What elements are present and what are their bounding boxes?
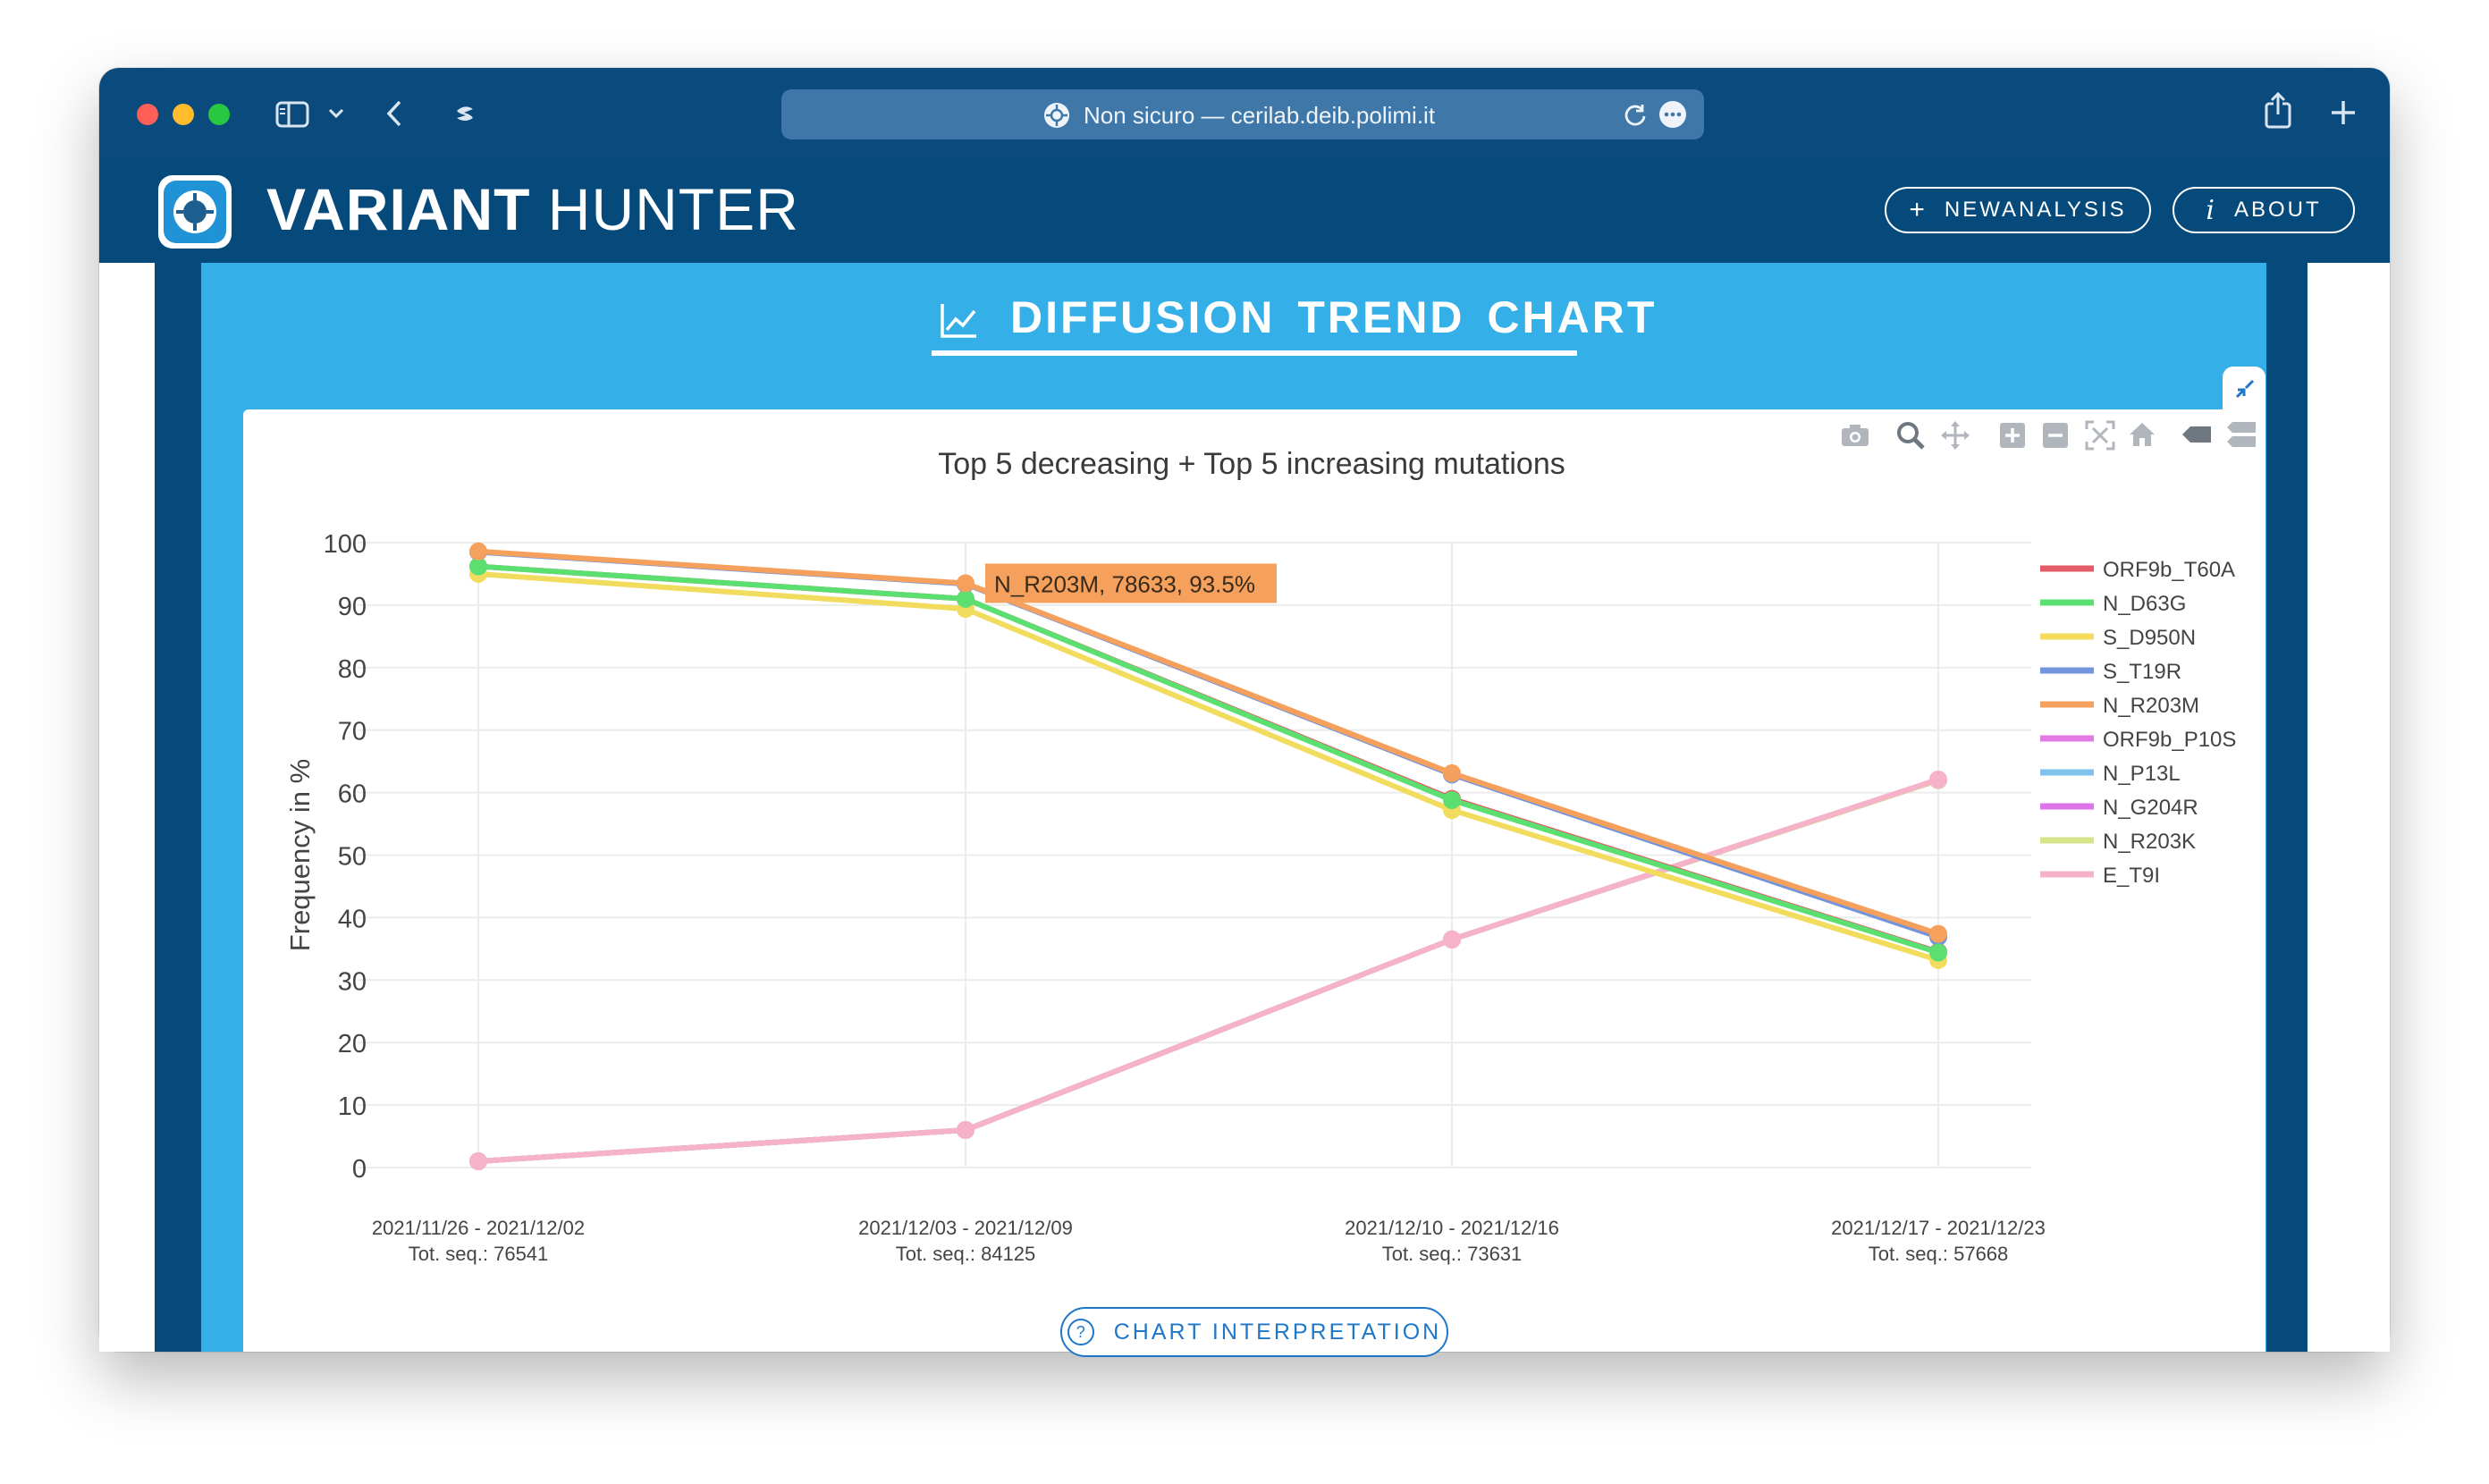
help-circle-icon: ?	[1067, 1319, 1094, 1345]
chart-interpretation-label: CHART INTERPRETATION	[1113, 1319, 1442, 1345]
legend-label: N_P13L	[2103, 762, 2181, 786]
x-tick-label: 2021/12/03 - 2021/12/09	[858, 1217, 1073, 1239]
x-tick-label: 2021/12/17 - 2021/12/23	[1831, 1217, 2046, 1239]
data-point	[957, 574, 975, 593]
y-tick-label: 50	[338, 843, 367, 872]
y-tick-label: 70	[338, 718, 367, 746]
x-tick-subtitle: Tot. seq.: 76541	[409, 1243, 549, 1265]
legend-label: ORF9b_T60A	[2103, 558, 2235, 582]
y-tick-label: 0	[352, 1155, 367, 1184]
data-point	[1443, 790, 1461, 809]
y-tick-label: 60	[338, 780, 367, 809]
x-tick-label: 2021/12/10 - 2021/12/16	[1345, 1217, 1559, 1239]
y-axis-label: Frequency in %	[284, 759, 316, 951]
data-point	[469, 1152, 487, 1171]
y-tick-label: 90	[338, 593, 367, 621]
series-line	[477, 548, 1939, 937]
data-point	[1443, 930, 1461, 949]
x-tick-subtitle: Tot. seq.: 73631	[1382, 1243, 1523, 1265]
y-tick-label: 10	[338, 1092, 367, 1121]
series-line	[477, 777, 1939, 1165]
data-point	[469, 542, 487, 561]
data-point	[957, 1121, 975, 1140]
legend-label: N_R203M	[2103, 694, 2199, 718]
x-tick-label: 2021/11/26 - 2021/12/02	[372, 1217, 585, 1239]
data-point	[1443, 763, 1461, 782]
y-tick-label: 30	[338, 967, 367, 996]
series-line	[477, 777, 1939, 1165]
series-line	[477, 777, 1939, 1165]
y-tick-label: 100	[324, 530, 367, 559]
x-tick-subtitle: Tot. seq.: 84125	[896, 1243, 1036, 1265]
data-point	[1929, 943, 1947, 962]
legend-label: S_D950N	[2103, 626, 2196, 650]
hover-label-text: N_R203M, 78633, 93.5%	[994, 570, 1255, 597]
series-line	[477, 570, 1939, 963]
series-line	[477, 777, 1939, 1165]
x-tick-subtitle: Tot. seq.: 57668	[1869, 1243, 2009, 1265]
data-point	[957, 589, 975, 608]
y-tick-label: 80	[338, 655, 367, 684]
legend-label: N_R203K	[2103, 830, 2196, 854]
data-point	[1929, 770, 1947, 788]
series-line	[477, 777, 1939, 1165]
legend-label: N_G204R	[2103, 796, 2198, 820]
legend-label: N_D63G	[2103, 592, 2186, 616]
legend-label: S_T19R	[2103, 660, 2181, 684]
series-line	[477, 549, 1939, 940]
chart-interpretation-button[interactable]: ? CHART INTERPRETATION	[1060, 1307, 1448, 1357]
legend-label: E_T9I	[2103, 864, 2160, 888]
y-tick-label: 20	[338, 1030, 367, 1058]
legend-label: ORF9b_P10S	[2103, 728, 2236, 752]
data-point	[1929, 924, 1947, 943]
y-tick-label: 40	[338, 905, 367, 933]
diffusion-trend-chart: 0 10 20 30 40 50 60 70 80 90 100 2021/11/26 - 2021/…	[284, 530, 2236, 1265]
